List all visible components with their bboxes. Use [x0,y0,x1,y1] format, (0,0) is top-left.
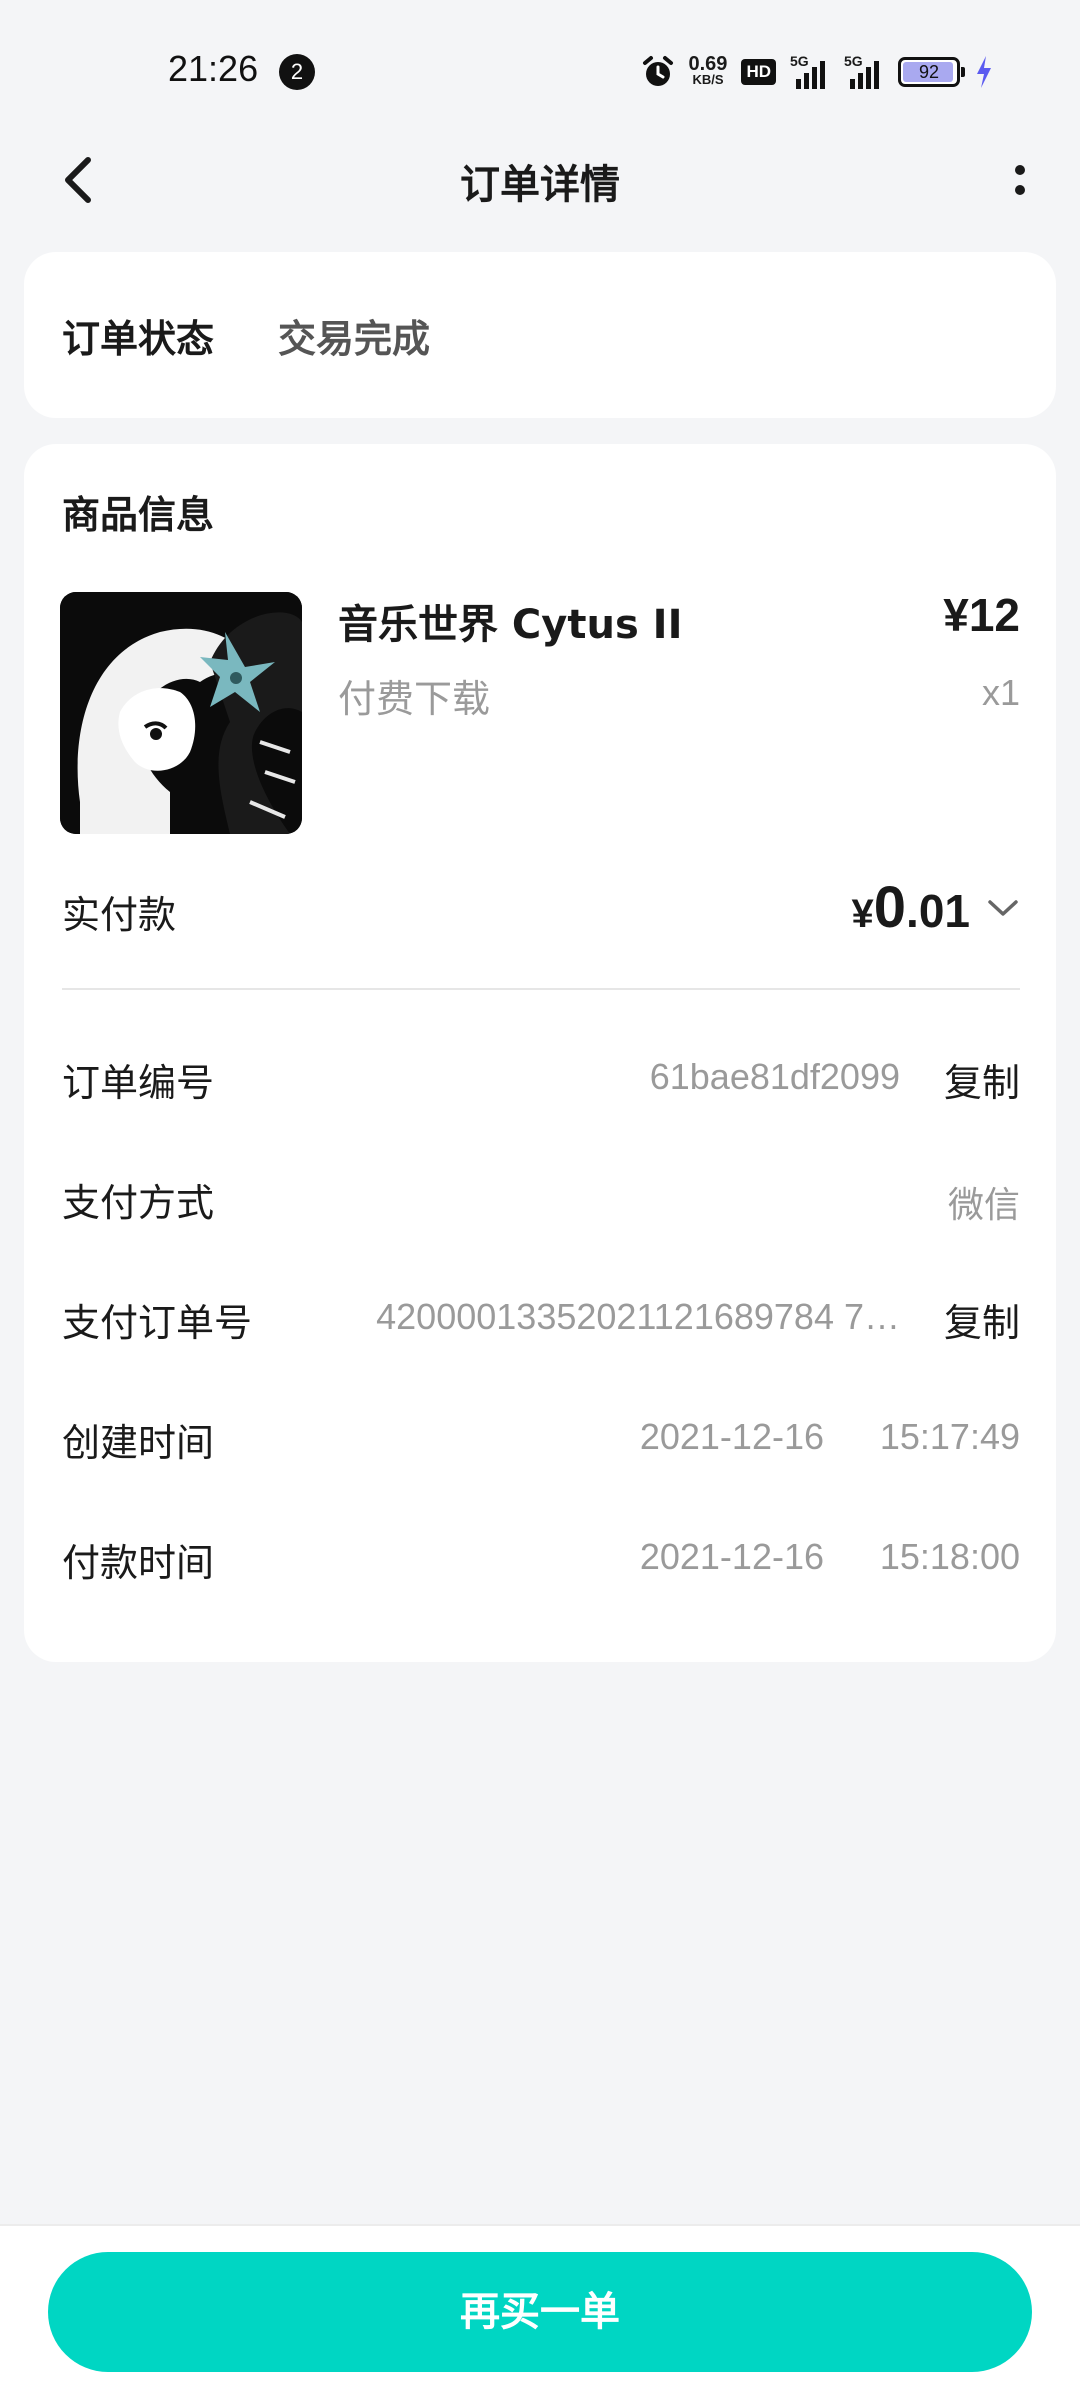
created-time-value: 15:17:49 [879,1416,1020,1457]
product-price: ¥12 [943,589,1020,641]
cytus-app-icon [60,592,302,834]
order-number-row: 订单编号 61bae81df2099 复制 [62,1044,1020,1107]
hd-icon: HD [741,59,776,85]
net-speed-unit: KB/S [692,72,724,87]
page-title: 订单详情 [460,162,620,208]
paid-time-row: 付款时间 2021-12-16 15:18:00 [62,1524,1020,1585]
header: 订单详情 [0,140,1080,220]
product-quantity: x1 [981,672,1020,713]
payment-order-row: 支付订单号 42000013352021121689784 7… 复制 [62,1284,1020,1347]
more-dot-icon [1015,185,1025,195]
order-detail-card: 商品信息 音乐世界 Cytus II ¥12 付费下载 x1 实付款 ¥0.01… [24,444,1056,1662]
alarm-icon [642,56,673,86]
status-bar: 21:26 2 0.69 KB/S HD 5G 5G 92 [0,0,1080,140]
amount-integer: 0 [873,875,907,940]
status-icons: 0.69 KB/S HD 5G 5G 92 [641,52,995,92]
signal-5g-icon-2: 5G [844,53,884,89]
paid-time-label: 付款时间 [62,1541,215,1585]
net-speed-value: 0.69 [688,53,728,75]
created-time-row: 创建时间 2021-12-16 15:17:49 [62,1404,1020,1465]
signal-bars [796,61,825,89]
rebuy-button[interactable]: 再买一单 [48,2252,1032,2372]
payment-order-value: 42000013352021121689784 7… [376,1296,900,1337]
created-time-label: 创建时间 [62,1421,215,1465]
copy-payment-order-button[interactable]: 复制 [944,1292,1020,1347]
charging-icon [977,56,991,88]
signal-5g-icon: 5G [790,53,830,89]
notification-badge: 2 [279,54,315,90]
order-status-label: 订单状态 [62,317,215,361]
paid-time-value: 15:18:00 [879,1536,1020,1577]
product-image[interactable] [60,592,302,834]
net-speed: 0.69 KB/S [688,53,728,88]
more-options-button[interactable] [990,150,1050,210]
payment-order-label: 支付订单号 [62,1301,253,1345]
payment-method-value: 微信 [947,1184,1020,1225]
order-status-card: 订单状态 交易完成 [24,252,1056,418]
bottom-bar: 再买一单 [0,2224,1080,2400]
status-time: 21:26 [168,48,259,89]
paid-date-value: 2021-12-16 [639,1536,824,1577]
chevron-down-icon[interactable] [986,896,1020,920]
signal-bars-2 [850,61,879,89]
order-number-label: 订单编号 [62,1061,215,1105]
product-type: 付费下载 [338,677,491,721]
amount-decimal: .01 [906,885,970,937]
payment-method-label: 支付方式 [62,1181,215,1225]
divider [62,988,1020,990]
order-status-value: 交易完成 [278,317,431,361]
paid-amount-row[interactable]: 实付款 ¥0.01 [62,874,1020,944]
created-date-value: 2021-12-16 [639,1416,824,1457]
more-dot-icon [1015,165,1025,175]
battery-icon: 92 [898,57,965,87]
currency-symbol: ¥ [851,892,874,936]
paid-amount-label: 实付款 [62,893,177,937]
order-number-value: 61bae81df2099 [649,1056,900,1097]
payment-method-row: 支付方式 微信 [62,1164,1020,1225]
copy-order-number-button[interactable]: 复制 [944,1052,1020,1107]
product-section-title: 商品信息 [62,493,215,537]
paid-amount-value: ¥0.01 [852,874,970,941]
battery-percent: 92 [918,62,940,82]
product-name[interactable]: 音乐世界 Cytus II [338,592,682,650]
